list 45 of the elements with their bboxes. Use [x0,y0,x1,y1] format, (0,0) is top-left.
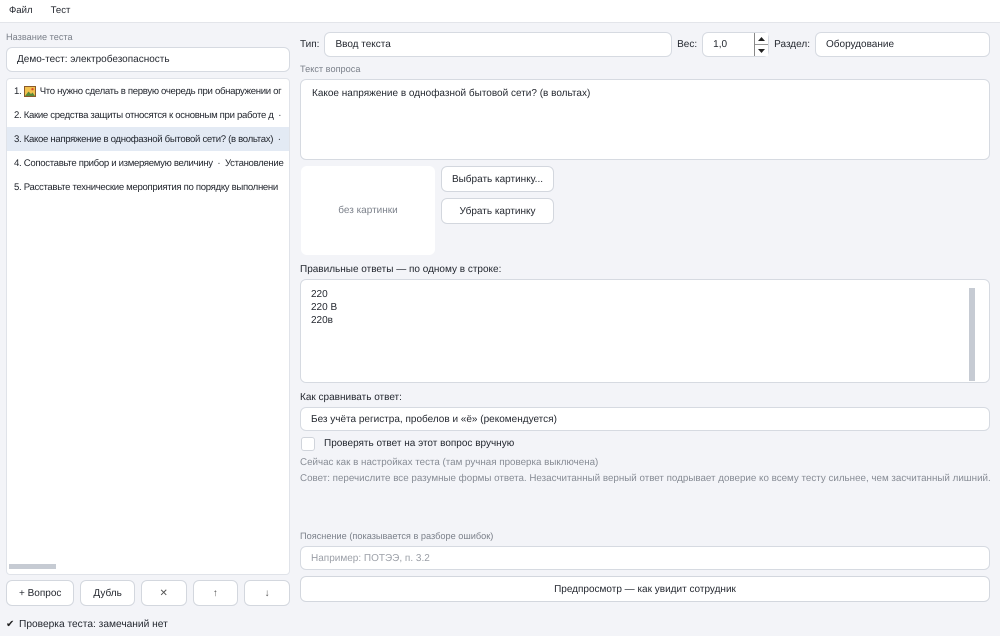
check-icon: ✔ [6,617,14,633]
list-item[interactable]: 1. Что нужно сделать в первую очередь при обнаружении ог [7,79,289,103]
hint-text: Совет: перечислите все разумные формы ответа. Незасчитанный верный ответ подрывает доверие ко всему тесту сильнее, чем засчитанный лишний. [300,472,990,485]
list-button[interactable]: ↓ [244,580,290,606]
field-label: Правильные ответы — по одному в строке: [300,263,502,276]
status-text: Проверка теста: замечаний нет [19,618,168,632]
scrollbar[interactable] [9,564,56,569]
hint-text: Сейчас как в настройках теста (там ручная проверка выключена) [300,456,600,469]
field-label: Текст вопроса [300,63,362,76]
spin-down-button[interactable] [755,44,768,56]
list-button[interactable]: ✕ [140,580,187,606]
image-button[interactable]: Выбрать картинку... [441,166,554,192]
field-label: Тип: [300,38,320,51]
spin-up-button[interactable] [755,33,768,44]
placeholder-text: без картинки [338,205,398,216]
image-field[interactable]: без картинки [301,166,435,255]
answers-text: 220 220 В 220в [311,288,338,327]
spin-box[interactable]: 1,0 [702,32,770,57]
answers-field[interactable]: 220 220 В 220в [300,279,990,383]
list-item[interactable]: 4. Сопоставьте прибор и измеряемую величину · Установление [7,151,289,175]
caret-up-icon [758,36,766,40]
caret-down-icon [758,48,766,52]
scrollbar[interactable] [969,288,975,381]
question-text-field[interactable]: Какое напряжение в однофазной бытовой сети? (в вольтах) [300,79,990,160]
field-label: Раздел: [774,38,810,51]
list-button[interactable]: Дубль [80,580,135,606]
section-field[interactable]: Оборудование [815,32,990,57]
list-item[interactable]: 2. Какие средства защиты относятся к основным при работе д · [7,103,289,127]
field-label: Название теста [6,31,74,44]
field-label: Пояснение (показывается в разборе ошибок) [300,530,494,543]
list-button[interactable]: + Вопрос [6,580,74,606]
menu-item[interactable]: Тест [50,4,70,18]
image-button[interactable]: Убрать картинку [441,198,554,224]
field-label: Как сравнивать ответ: [300,391,403,404]
checkbox[interactable] [301,436,315,450]
list-item[interactable]: 5. Расставьте технические мероприятия по порядку выполнени [7,175,289,199]
list-item[interactable]: 3. Какое напряжение в однофазной бытовой сети? (в вольтах) · [7,127,289,151]
checkbox-label: Проверять ответ на этот вопрос вручную [324,438,514,449]
field-label: Вес: [677,38,698,51]
type-field[interactable]: Ввод текста [324,32,672,57]
input-field[interactable]: Демо-тест: электробезопасность [6,47,290,72]
list-button[interactable]: ↑ [192,580,238,606]
compare-select[interactable]: Без учёта регистра, пробелов и «ё» (рекомендуется) [300,407,990,431]
menu-item[interactable]: Файл [9,4,33,18]
preview-button[interactable]: Предпросмотр — как увидит сотрудник [300,576,990,602]
